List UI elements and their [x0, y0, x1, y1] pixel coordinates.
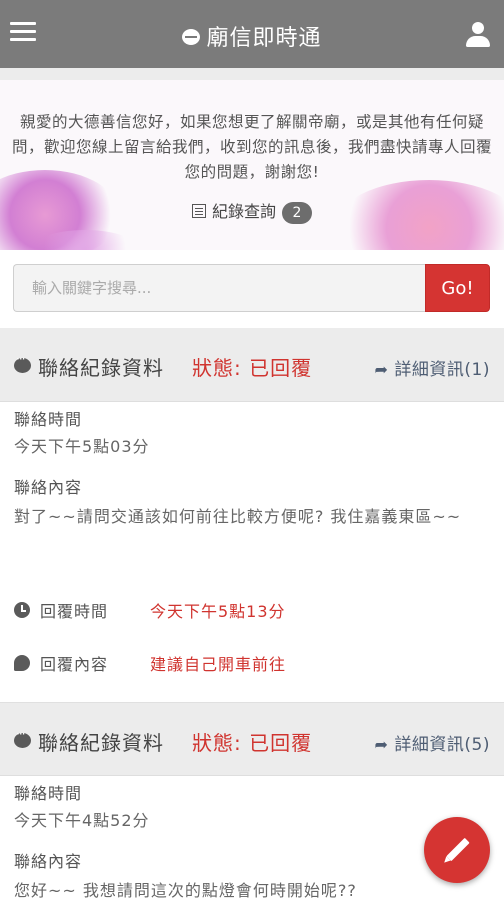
search-input[interactable]	[13, 264, 425, 312]
search-bar: Go!	[0, 250, 504, 328]
record-card: 聯絡紀錄資料 狀態: 已回覆 ➦ 詳細資訊(5) 聯絡時間 今天下午4點52分 聯…	[0, 702, 504, 900]
record-status: 狀態: 已回覆	[192, 731, 313, 755]
detail-link-label: 詳細資訊(1)	[394, 360, 490, 380]
record-card: 聯絡紀錄資料 狀態: 已回覆 ➦ 詳細資訊(1) 聯絡時間 今天下午5點03分 聯…	[0, 328, 504, 702]
contact-time-value: 今天下午5點03分	[14, 437, 150, 456]
welcome-banner: 親愛的大德善信您好，如果您想更了解關帝廟，或是其他有任何疑問，歡迎您線上留言給我…	[0, 80, 504, 250]
reply-time-label: 回覆時間	[40, 602, 109, 621]
share-arrow-icon: ➦	[374, 360, 389, 379]
contact-time-label: 聯絡時間	[14, 410, 83, 429]
app-title-text: 廟信即時通	[206, 26, 322, 51]
chat-icon	[182, 29, 201, 45]
reply-content-label: 回覆內容	[40, 655, 109, 674]
welcome-message: 親愛的大德善信您好，如果您想更了解關帝廟，或是其他有任何疑問，歡迎您線上留言給我…	[12, 113, 493, 181]
user-icon[interactable]	[466, 22, 490, 48]
records-query-link[interactable]: 紀錄查詢 2	[0, 198, 504, 224]
top-bar: 廟信即時通	[0, 0, 504, 68]
record-title: 聯絡紀錄資料	[38, 731, 164, 755]
search-go-button[interactable]: Go!	[425, 264, 490, 312]
chat-bubble-icon	[14, 727, 31, 748]
record-status: 狀態: 已回覆	[192, 356, 313, 380]
clock-icon	[14, 602, 30, 618]
records-count-badge: 2	[282, 202, 312, 224]
app-title: 廟信即時通	[0, 20, 504, 52]
record-title: 聯絡紀錄資料	[38, 356, 164, 380]
detail-link[interactable]: ➦ 詳細資訊(1)	[375, 355, 491, 380]
contact-content-value: 對了~~請問交通該如何前往比較方便呢? 我住嘉義東區~~	[14, 507, 462, 526]
reply-time-value: 今天下午5點13分	[150, 602, 286, 621]
record-card-header: 聯絡紀錄資料 狀態: 已回覆 ➦ 詳細資訊(1)	[0, 328, 504, 402]
detail-link[interactable]: ➦ 詳細資訊(5)	[375, 730, 491, 755]
comment-icon	[14, 655, 30, 671]
compose-button[interactable]	[424, 817, 490, 883]
pencil-icon	[446, 837, 470, 862]
reply-content-row: 回覆內容 建議自己開車前往	[14, 651, 286, 675]
detail-link-label: 詳細資訊(5)	[394, 735, 490, 755]
reply-content-value: 建議自己開車前往	[150, 655, 287, 674]
chat-bubble-icon	[14, 352, 31, 373]
contact-content-value: 您好~~ 我想請問這次的點燈會何時開始呢??	[14, 881, 357, 900]
records-query-label: 紀錄查詢	[211, 202, 276, 221]
contact-content-label: 聯絡內容	[14, 478, 83, 497]
reply-time-row: 回覆時間 今天下午5點13分	[14, 598, 286, 622]
contact-time-value: 今天下午4點52分	[14, 811, 150, 830]
contact-time-label: 聯絡時間	[14, 784, 83, 803]
record-card-header: 聯絡紀錄資料 狀態: 已回覆 ➦ 詳細資訊(5)	[0, 702, 504, 776]
share-arrow-icon: ➦	[374, 735, 389, 754]
list-icon	[191, 203, 206, 218]
